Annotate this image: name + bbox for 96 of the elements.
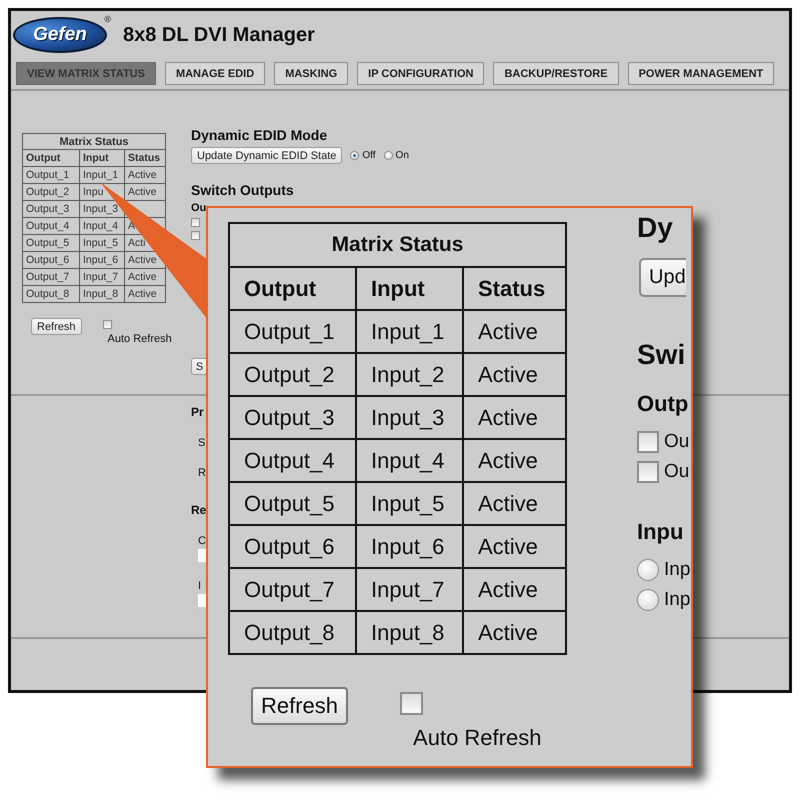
radio-button[interactable] [637,589,659,611]
table-cell: Input_7 [356,568,463,611]
table-cell: Output_3 [229,396,356,439]
table-cell: Input_7 [80,268,124,286]
tab[interactable]: MANAGE EDID [164,62,266,85]
checkbox[interactable] [191,218,200,227]
registered-mark: ® [104,14,111,24]
section-heading: Switch Outputs [191,182,294,199]
table-cell: Output_8 [22,286,80,302]
input-field[interactable] [198,549,206,562]
checkbox-label: Ou [664,431,690,453]
switch-button[interactable]: S [191,358,207,375]
checkbox[interactable] [400,692,424,715]
update-button[interactable]: Update Dynamic EDID State [191,147,342,164]
table-cell: Active [463,310,566,353]
table-cell: Active [124,268,166,286]
table-cell: Output_3 [22,200,80,218]
table-title: Matrix Status [59,136,129,148]
table-cell: Input_5 [356,482,463,525]
section-heading: Swi [637,338,686,372]
section-heading: Pr [191,405,204,419]
table-cell: Input_3 [356,396,463,439]
table-cell: Input_4 [80,218,124,234]
column-header: Output [22,150,80,166]
checkbox[interactable] [102,320,112,329]
table-cell: Output_5 [229,482,356,525]
checkbox-label: Auto Refresh [413,725,542,751]
tab[interactable]: POWER MANAGEMENT [628,62,774,85]
refresh-button[interactable]: Refresh [251,687,348,725]
table-cell: Output_1 [229,310,356,353]
column-header: Input [356,267,463,310]
checkbox-label: Ou [664,461,690,483]
table-cell: Input_5 [80,234,124,252]
field-label: S [198,437,206,449]
column-header: Status [463,267,566,310]
radio-label: On [396,150,409,161]
table-cell: Output_2 [22,184,80,200]
table-cell: Active [463,439,566,482]
column-header: Status [124,150,166,166]
table-cell: Active [463,396,566,439]
column-header: Input [80,150,124,166]
table-cell: Output_8 [229,611,356,654]
radio-button[interactable] [637,559,659,581]
radio-label: Inp [664,589,690,611]
table-cell: Active [463,482,566,525]
table-cell: Input_2 [356,353,463,396]
table-cell: Output_4 [22,218,80,234]
table-cell: Output_5 [22,234,80,252]
page-title: 8x8 DL DVI Manager [123,24,315,46]
field-label: C [198,535,206,547]
section-heading: Re [191,503,206,517]
table-cell: Output_2 [229,353,356,396]
outputs-label: Outp [637,390,688,418]
checkbox-label: Auto Refresh [108,333,172,345]
radio-label: Inp [664,559,690,581]
table-cell: Input_1 [356,310,463,353]
table-cell: Output_4 [229,439,356,482]
section-heading: Dynamic EDID Mode [191,127,328,144]
table-cell: Input_1 [80,166,124,184]
table-cell: Input_8 [80,286,124,302]
table-cell: Output_7 [22,268,80,286]
inputs-label: Inpu [637,518,684,546]
field-label: I [198,580,202,592]
update-button[interactable]: Upd [639,258,686,297]
table-cell: Active [463,525,566,568]
table-cell: Output_6 [229,525,356,568]
table-cell: Output_6 [22,252,80,268]
refresh-button[interactable]: Refresh [31,318,82,335]
checkbox[interactable] [637,431,659,453]
section-heading: Dy [637,211,673,245]
checkbox[interactable] [191,231,200,240]
logo-text: Gefen [33,24,87,46]
table-cell: Input_6 [356,525,463,568]
checkbox[interactable] [637,461,659,483]
field-label: R [198,467,206,479]
radio-button[interactable] [350,151,360,160]
table-cell: Output_7 [229,568,356,611]
radio-button[interactable] [384,151,393,160]
table-cell: Active [463,568,566,611]
table-cell: Active [124,184,166,200]
table-cell: Active [124,166,166,184]
table-cell: Input_8 [356,611,463,654]
table-cell: Input_4 [356,439,463,482]
table-cell: Output_1 [22,166,80,184]
column-header: Output [229,267,356,310]
tab[interactable]: MASKING [274,62,348,85]
input-field[interactable] [198,594,206,607]
tab[interactable]: BACKUP/RESTORE [493,62,619,85]
table-cell: Active [124,286,166,302]
table-cell: Active [463,611,566,654]
table-cell: Input_6 [80,252,124,268]
table-cell: Active [463,353,566,396]
table-title: Matrix Status [332,233,464,256]
tab[interactable]: IP CONFIGURATION [357,62,484,85]
radio-label: Off [362,150,376,161]
outputs-label: Ou [191,202,206,214]
